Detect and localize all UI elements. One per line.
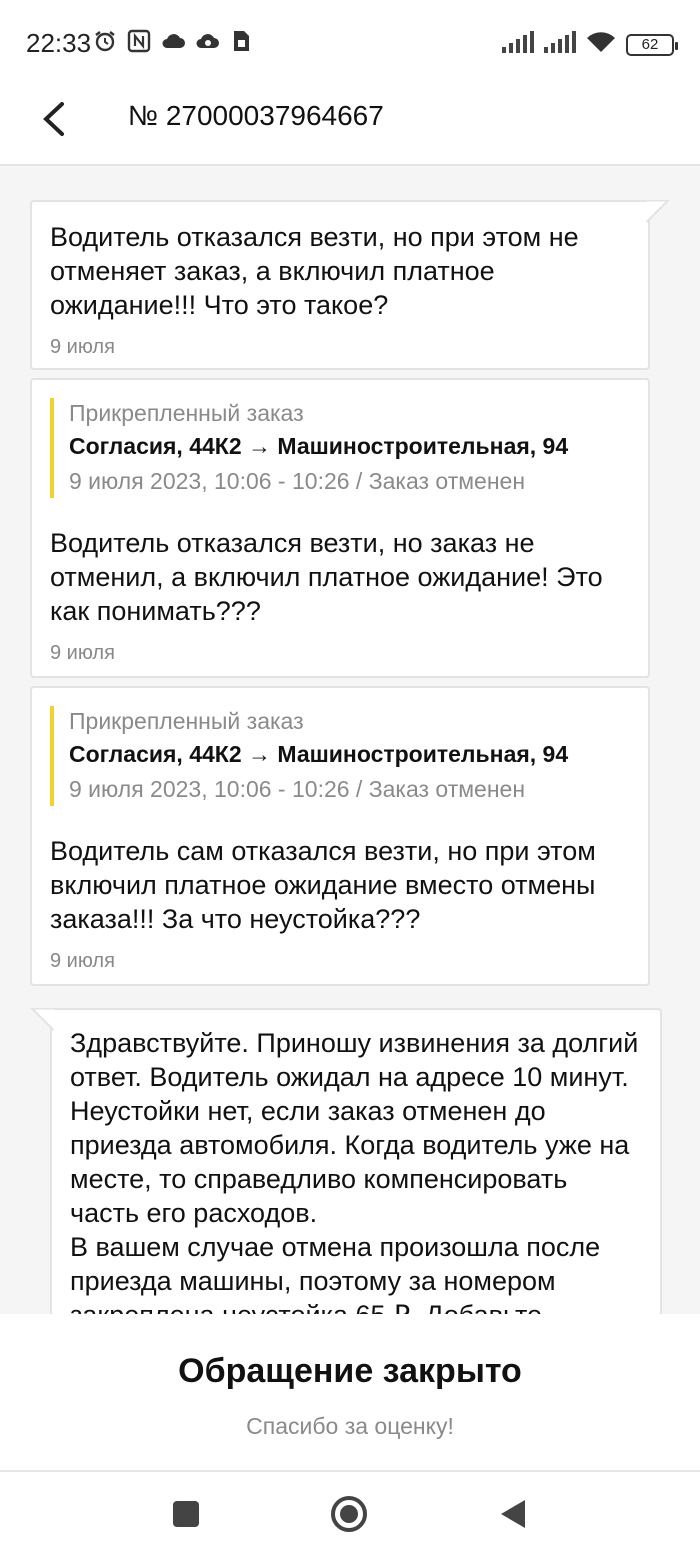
recents-button[interactable] [166, 1494, 206, 1534]
signal-icon [544, 31, 576, 58]
system-nav-bar [0, 1472, 700, 1556]
signal-icon [502, 31, 534, 58]
attached-order-time: 9 июля 2023, 10:06 - 10:26 / Заказ отмен… [69, 468, 526, 494]
message-text: Водитель сам отказался везти, но при это… [50, 836, 596, 934]
back-button[interactable] [28, 94, 78, 144]
closed-title: Обращение закрыто [178, 1352, 522, 1390]
ticket-closed-panel: Обращение закрыто Спасибо за оценку! [0, 1314, 700, 1472]
page-title: № 27000037964667 [128, 100, 384, 131]
back-nav-button[interactable] [492, 1494, 532, 1534]
sim-icon [228, 28, 254, 54]
message-bubble: Прикрепленный заказ Согласия, 44К2 → Маш… [30, 378, 650, 678]
status-left-icons [92, 28, 254, 54]
status-right-icons: 62 [502, 30, 678, 59]
message-feed[interactable]: Водитель отказался везти, но при этом не… [0, 168, 700, 1314]
cloud-icon [160, 28, 186, 54]
message-date: 9 июля [50, 336, 115, 358]
attached-order[interactable]: Прикрепленный заказ Согласия, 44К2 → Маш… [50, 398, 630, 498]
recents-square-icon [173, 1501, 199, 1527]
message-text: Водитель отказался везти, но при этом не… [50, 222, 579, 320]
support-message-bubble: Здравствуйте. Приношу извинения за долги… [30, 1008, 662, 1314]
message-text: Здравствуйте. Приношу извинения за долги… [70, 1028, 639, 1314]
message-date: 9 июля [50, 950, 115, 972]
attached-order[interactable]: Прикрепленный заказ Согласия, 44К2 → Маш… [50, 706, 630, 806]
attached-order-label: Прикрепленный заказ [69, 400, 304, 426]
attached-order-route: Согласия, 44К2 → Машиностроительная, 94 [69, 433, 569, 459]
bubble-tail-icon [646, 200, 670, 223]
closed-subtitle: Спасибо за оценку! [246, 1413, 454, 1439]
cloud-sync-icon [194, 28, 220, 54]
status-time: 22:33 [26, 28, 92, 58]
message-bubble: Прикрепленный заказ Согласия, 44К2 → Маш… [30, 686, 650, 986]
battery-icon: 62 [626, 33, 678, 56]
message-text: Водитель отказался везти, но заказ не от… [50, 528, 603, 626]
message-bubble: Водитель отказался везти, но при этом не… [30, 200, 670, 370]
bubble-tail-icon [30, 1008, 54, 1031]
status-bar: 22:33 62 [0, 0, 700, 82]
app-header: № 27000037964667 [0, 82, 700, 166]
alarm-icon [92, 28, 118, 54]
attached-order-time: 9 июля 2023, 10:06 - 10:26 / Заказ отмен… [69, 776, 526, 802]
nfc-icon [126, 28, 152, 54]
wifi-icon [586, 30, 616, 59]
chevron-left-icon [43, 102, 64, 136]
attached-order-label: Прикрепленный заказ [69, 708, 304, 734]
message-date: 9 июля [50, 642, 115, 664]
home-button[interactable] [329, 1494, 369, 1534]
battery-level: 62 [641, 36, 659, 53]
attached-order-route: Согласия, 44К2 → Машиностроительная, 94 [69, 741, 569, 767]
home-circle-icon [331, 1496, 367, 1532]
back-triangle-icon [501, 1500, 525, 1528]
